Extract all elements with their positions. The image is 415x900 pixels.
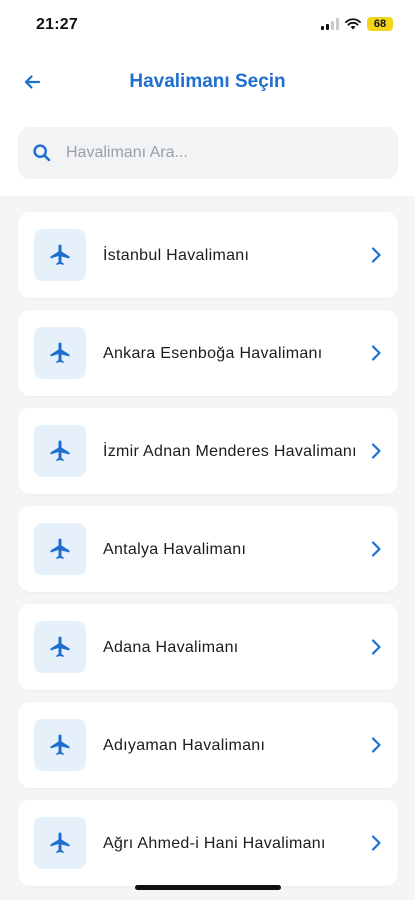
airport-icon-box (34, 425, 86, 477)
home-indicator (135, 885, 281, 890)
airport-name: Antalya Havalimanı (103, 540, 247, 558)
airport-list: İstanbul Havalimanı Ankara Esenboğa Hava… (18, 212, 398, 898)
search-bar[interactable] (18, 127, 398, 179)
airplane-icon (50, 342, 70, 363)
chevron-right-icon (371, 639, 381, 655)
search-input[interactable] (66, 144, 346, 162)
airport-name: Ağrı Ahmed-i Hani Havalimanı (103, 834, 326, 852)
airport-name: Adıyaman Havalimanı (103, 736, 266, 754)
airport-name: İstanbul Havalimanı (103, 246, 250, 264)
chevron-right-icon (371, 737, 381, 753)
airport-icon-box (34, 621, 86, 673)
wifi-icon (345, 18, 361, 30)
airport-list-item[interactable]: Adana Havalimanı (18, 604, 398, 690)
airport-icon-box (34, 327, 86, 379)
airport-list-item[interactable]: İstanbul Havalimanı (18, 212, 398, 298)
airport-list-item[interactable]: Antalya Havalimanı (18, 506, 398, 592)
airport-list-item[interactable]: Ankara Esenboğa Havalimanı (18, 310, 398, 396)
airport-icon-box (34, 817, 86, 869)
airplane-icon (50, 734, 70, 755)
airport-list-item[interactable]: Ağrı Ahmed-i Hani Havalimanı (18, 800, 398, 886)
airport-name: Adana Havalimanı (103, 638, 239, 656)
airplane-icon (50, 538, 70, 559)
airport-list-item[interactable]: Adıyaman Havalimanı (18, 702, 398, 788)
chevron-right-icon (371, 443, 381, 459)
page-title: Havalimanı Seçin (129, 71, 286, 92)
chevron-right-icon (371, 345, 381, 361)
status-bar: 21:27 68 (0, 0, 415, 50)
chevron-right-icon (371, 835, 381, 851)
header-area: 21:27 68 Havalimanı Seçin (0, 0, 415, 196)
airport-icon-box (34, 229, 86, 281)
airplane-icon (50, 636, 70, 657)
airport-list-item[interactable]: İzmir Adnan Menderes Havalimanı (18, 408, 398, 494)
airport-name: Ankara Esenboğa Havalimanı (103, 344, 323, 362)
airplane-icon (50, 244, 70, 265)
battery-indicator: 68 (367, 17, 393, 31)
status-time: 21:27 (36, 16, 78, 33)
airplane-icon (50, 832, 70, 853)
chevron-right-icon (371, 541, 381, 557)
search-icon (33, 144, 51, 162)
airplane-icon (50, 440, 70, 461)
airport-icon-box (34, 719, 86, 771)
signal-icon (321, 18, 339, 30)
nav-bar: Havalimanı Seçin (0, 60, 415, 104)
airport-name: İzmir Adnan Menderes Havalimanı (103, 442, 357, 460)
airport-icon-box (34, 523, 86, 575)
status-icons: 68 (321, 17, 393, 31)
chevron-right-icon (371, 247, 381, 263)
